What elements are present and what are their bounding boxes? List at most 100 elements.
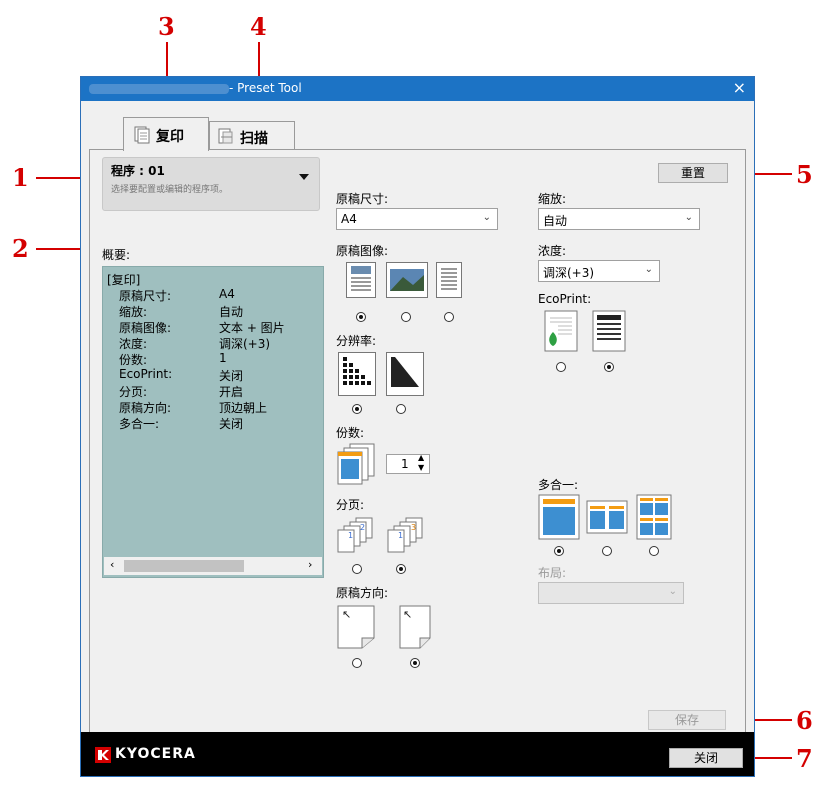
orientation-top-edge-icon[interactable]: ↖ xyxy=(398,604,432,650)
summary-row-label: 浓度: xyxy=(119,337,148,351)
ecoprint-off-icon[interactable] xyxy=(592,310,626,352)
zoom-label: 缩放: xyxy=(538,192,567,206)
ecoprint-label: EcoPrint: xyxy=(538,292,592,306)
close-button[interactable]: 关闭 xyxy=(669,748,743,768)
summary-row-value: 关闭 xyxy=(219,369,244,383)
original-image-label: 原稿图像: xyxy=(336,244,389,258)
ecoprint-radio-on[interactable] xyxy=(556,362,566,372)
scroll-left-icon[interactable]: ‹ xyxy=(110,558,114,571)
layout-label: 布局: xyxy=(538,566,567,580)
tab-scan-label: 扫描 xyxy=(240,131,268,147)
combine-label: 多合一: xyxy=(538,478,579,492)
scroll-right-icon[interactable]: › xyxy=(308,558,312,571)
orientation-radio-top-edge[interactable] xyxy=(410,658,420,668)
reset-button[interactable]: 重置 xyxy=(658,163,728,183)
tab-copy-label: 复印 xyxy=(156,129,184,145)
resolution-radio-high[interactable] xyxy=(396,404,406,414)
svg-text:1: 1 xyxy=(348,531,353,540)
original-image-radio-photo[interactable] xyxy=(401,312,411,322)
summary-row-label: 多合一: xyxy=(119,417,160,431)
copies-value: 1 xyxy=(401,457,409,471)
resolution-radio-low[interactable] xyxy=(352,404,362,414)
combine-off-icon[interactable] xyxy=(538,494,580,540)
svg-text:1: 1 xyxy=(398,531,403,540)
summary-row-label: 份数: xyxy=(119,353,148,367)
resolution-high-icon[interactable] xyxy=(386,352,424,396)
combine-radio-off[interactable] xyxy=(554,546,564,556)
callout-3: 3 xyxy=(158,12,175,41)
ecoprint-on-icon[interactable] xyxy=(544,310,578,352)
scroll-thumb[interactable] xyxy=(124,560,244,572)
summary-row-label: 原稿图像: xyxy=(119,321,172,335)
window-title: - Preset Tool xyxy=(229,81,302,95)
summary-row-value: 文本 + 图片 xyxy=(219,321,285,335)
program-hint: 选择要配置或编辑的程序项。 xyxy=(111,185,229,195)
summary-horizontal-scrollbar[interactable]: ‹ › xyxy=(104,557,322,575)
callout-4: 4 xyxy=(250,12,267,41)
copies-stack-icon xyxy=(337,443,375,485)
kyocera-logo-icon xyxy=(95,747,111,763)
collate-on-icon[interactable]: 3 1 xyxy=(386,516,430,556)
zoom-select[interactable]: 自动 ⌄ xyxy=(538,208,700,230)
window-close-icon[interactable]: × xyxy=(733,78,746,97)
collate-label: 分页: xyxy=(336,498,365,512)
footer-bar: KYOCERA 关闭 xyxy=(81,732,754,776)
original-size-select[interactable]: A4 ⌄ xyxy=(336,208,498,230)
summary-row-value: 自动 xyxy=(219,305,244,319)
density-value: 调深(+3) xyxy=(543,266,595,280)
stepper-up-icon[interactable]: ▲ xyxy=(418,453,424,462)
density-select[interactable]: 调深(+3) ⌄ xyxy=(538,260,660,282)
original-image-radio-text-photo[interactable] xyxy=(356,312,366,322)
original-image-radio-text[interactable] xyxy=(444,312,454,322)
combine-radio-2in1[interactable] xyxy=(602,546,612,556)
ecoprint-radio-off[interactable] xyxy=(604,362,614,372)
text-photo-option-icon[interactable] xyxy=(346,262,376,298)
summary-row-value: 开启 xyxy=(219,385,244,399)
combine-4in1-icon[interactable] xyxy=(636,494,672,540)
zoom-value: 自动 xyxy=(543,214,568,228)
orientation-radio-top-left[interactable] xyxy=(352,658,362,668)
callout-7: 7 xyxy=(796,744,813,773)
original-size-label: 原稿尺寸: xyxy=(336,192,389,206)
scan-icon xyxy=(218,128,233,144)
chevron-down-icon: ⌄ xyxy=(644,264,653,275)
original-size-value: A4 xyxy=(341,212,357,226)
copy-tab-panel: 程序 : 01 选择要配置或编辑的程序项。 概要: [复印] 原稿尺寸: A4 … xyxy=(89,149,746,741)
chevron-down-icon: ⌄ xyxy=(684,212,693,223)
chevron-down-icon: ⌄ xyxy=(668,586,677,597)
collate-radio-on[interactable] xyxy=(396,564,406,574)
orientation-top-left-icon[interactable]: ↖ xyxy=(336,604,376,650)
combine-2in1-icon[interactable] xyxy=(586,500,628,534)
save-button[interactable]: 保存 xyxy=(648,710,726,730)
summary-row-label: EcoPrint: xyxy=(119,367,173,381)
callout-1: 1 xyxy=(12,163,29,192)
preset-tool-window: - Preset Tool × 复印 扫描 程序 : 01 选择要配置或编辑的程… xyxy=(80,76,755,777)
summary-row-label: 缩放: xyxy=(119,305,148,319)
text-option-icon[interactable] xyxy=(436,262,462,298)
copy-icon xyxy=(134,126,150,144)
copies-label: 份数: xyxy=(336,426,365,440)
summary-row-label: 原稿尺寸: xyxy=(119,289,172,303)
combine-radio-4in1[interactable] xyxy=(649,546,659,556)
layout-select[interactable]: ⌄ xyxy=(538,582,684,604)
app-name-blurred xyxy=(89,84,229,94)
summary-row-value: 1 xyxy=(219,351,227,365)
summary-row-value: A4 xyxy=(219,287,235,301)
tab-scan[interactable]: 扫描 xyxy=(209,121,295,150)
photo-option-icon[interactable] xyxy=(386,262,428,298)
tab-copy[interactable]: 复印 xyxy=(123,117,209,151)
title-bar[interactable]: - Preset Tool × xyxy=(81,77,754,101)
svg-text:↖: ↖ xyxy=(403,608,412,621)
copies-stepper[interactable]: 1 ▲ ▼ xyxy=(386,453,430,474)
program-selector[interactable]: 程序 : 01 选择要配置或编辑的程序项。 xyxy=(102,157,320,211)
summary-row-value: 关闭 xyxy=(219,417,244,431)
summary-row-label: 原稿方向: xyxy=(119,401,172,415)
collate-off-icon[interactable]: 2 1 xyxy=(336,516,380,556)
summary-row-label: 分页: xyxy=(119,385,148,399)
high-dot-grid-icon xyxy=(391,357,419,387)
collate-radio-off[interactable] xyxy=(352,564,362,574)
resolution-low-icon[interactable] xyxy=(338,352,376,396)
summary-label: 概要: xyxy=(102,248,131,262)
stepper-down-icon[interactable]: ▼ xyxy=(418,463,424,472)
program-title: 程序 : 01 xyxy=(111,164,165,178)
